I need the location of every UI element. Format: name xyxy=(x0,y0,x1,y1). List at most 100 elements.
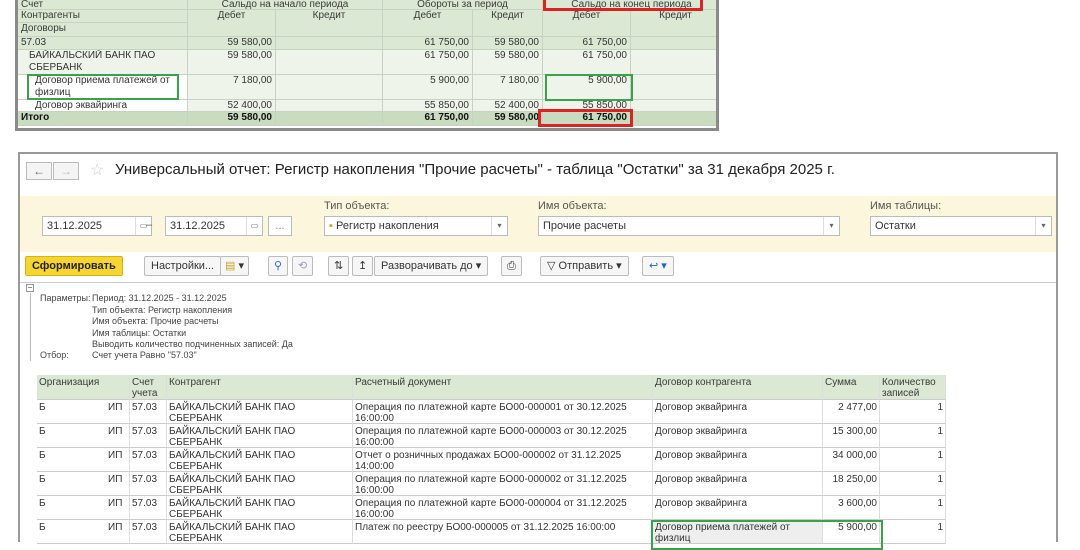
table-cell-org-type[interactable]: ИП xyxy=(106,496,130,518)
table-cell-acc[interactable]: 57.03 xyxy=(130,520,167,544)
filter-panel: 31.12.2025 ▭ – 31.12.2025 ▭ ... Тип объект… xyxy=(20,196,1056,252)
table-cell-org-type[interactable]: ИП xyxy=(106,472,130,494)
table-cell-count[interactable]: 1 xyxy=(880,448,946,472)
clear-search-icon: ⟲ xyxy=(298,260,308,272)
header-opening: Сальдо на начало периода xyxy=(188,0,383,10)
date-to-value: 31.12.2025 xyxy=(170,220,226,232)
table-cell-sum[interactable]: 3 600,00 xyxy=(823,496,880,520)
table-cell-cp[interactable]: БАЙКАЛЬСКИЙ БАНК ПАО СБЕРБАНК xyxy=(167,520,353,544)
table-cell-contract[interactable]: Договор эквайринга xyxy=(653,496,823,520)
table-cell-contract[interactable]: Договор эквайринга xyxy=(653,400,823,424)
table-cell-count[interactable]: 1 xyxy=(880,472,946,496)
object-type-select[interactable]: ▪ Регистр накопления ▾ xyxy=(324,216,508,236)
table-cell-sum[interactable]: 18 250,00 xyxy=(823,472,880,496)
period-select-button[interactable]: ... xyxy=(268,216,292,236)
row-value xyxy=(276,37,383,50)
table-cell-sum[interactable]: 15 300,00 xyxy=(823,424,880,448)
collapse-button[interactable]: ⇅ xyxy=(328,256,350,276)
search-button[interactable]: ⚲ xyxy=(268,256,289,276)
table-cell-cp[interactable]: БАЙКАЛЬСКИЙ БАНК ПАО СБЕРБАНК xyxy=(167,448,353,472)
send-button[interactable]: ▽ Отправить ▾ xyxy=(540,256,629,276)
row-value: 61 750,00 xyxy=(543,37,631,50)
param-line: Период: 31.12.2025 - 31.12.2025 xyxy=(92,293,227,303)
table-cell-acc[interactable]: 57.03 xyxy=(130,400,167,424)
total-value xyxy=(276,112,383,126)
collapse-icon: ⇅ xyxy=(334,260,344,272)
row-label: Договор приема платежей от физлиц xyxy=(18,75,188,100)
expand-icon-button[interactable]: ↥ xyxy=(352,256,374,276)
universal-report-window: ← → ☆ Универсальный отчет: Регистр накоп… xyxy=(18,152,1058,550)
expand-to-label: Разворачивать до xyxy=(381,260,473,272)
calendar-icon[interactable]: ▭ xyxy=(246,217,262,235)
column-header: Договор контрагента xyxy=(653,375,823,400)
table-cell-acc[interactable]: 57.03 xyxy=(130,472,167,496)
object-name-value: Прочие расчеты xyxy=(543,220,626,232)
header-credit: Кредит xyxy=(631,10,716,37)
param-line: Тип объекта: Регистр накопления xyxy=(92,304,233,315)
arrow-right-icon: → xyxy=(60,164,72,178)
table-cell-org-type[interactable]: ИП xyxy=(106,448,130,470)
table-cell-doc[interactable]: Операция по платежной карте БО00-000002 … xyxy=(353,472,653,496)
generate-button[interactable]: Сформировать xyxy=(25,256,123,276)
row-value: 59 580,00 xyxy=(473,50,543,75)
page-title: Универсальный отчет: Регистр накопления … xyxy=(115,161,835,178)
table-cell-org-type[interactable]: ИП xyxy=(106,424,130,446)
settings-button[interactable]: Настройки... xyxy=(144,256,222,276)
print-button[interactable]: ⎙ xyxy=(501,256,522,276)
clear-search-button[interactable]: ⟲ xyxy=(292,256,314,276)
table-cell-sum[interactable]: 5 900,00 xyxy=(823,520,880,544)
row-value: 59 580,00 xyxy=(473,37,543,50)
table-cell-org-type[interactable]: ИП xyxy=(106,400,130,422)
row-value: 59 580,00 xyxy=(188,50,276,75)
table-cell-contract[interactable]: Договор эквайринга xyxy=(653,424,823,448)
table-cell-cp[interactable]: БАЙКАЛЬСКИЙ БАНК ПАО СБЕРБАНК xyxy=(167,424,353,448)
table-cell-doc[interactable]: Платеж по реестру БО00-000005 от 31.12.2… xyxy=(353,520,653,544)
filter-value: Счет учета Равно "57.03" xyxy=(92,350,197,360)
table-cell-acc[interactable]: 57.03 xyxy=(130,496,167,520)
back-button[interactable]: ← xyxy=(26,162,52,180)
table-cell-cp[interactable]: БАЙКАЛЬСКИЙ БАНК ПАО СБЕРБАНК xyxy=(167,400,353,424)
column-header: Сумма xyxy=(823,375,880,400)
variants-button[interactable]: ▤ ▾ xyxy=(220,256,249,276)
more-actions-button[interactable]: ↩ ▾ xyxy=(642,256,674,276)
table-cell-doc[interactable]: Операция по платежной карте БО00-000004 … xyxy=(353,496,653,520)
table-name-value: Остатки xyxy=(875,220,916,232)
row-value: 61 750,00 xyxy=(383,37,473,50)
table-cell-contract[interactable]: Договор эквайринга xyxy=(653,448,823,472)
row-label: 57.03 xyxy=(18,37,188,50)
param-line: Имя объекта: Прочие расчеты xyxy=(92,316,219,326)
table-cell-doc[interactable]: Отчет о розничных продажах БО00-000002 о… xyxy=(353,448,653,472)
table-cell-contract[interactable]: Договор приема платежей от физлиц xyxy=(653,520,823,544)
row-value: 55 850,00 xyxy=(543,100,631,112)
table-cell-doc[interactable]: Операция по платежной карте БО00-000001 … xyxy=(353,400,653,424)
object-type-label: Тип объекта: xyxy=(324,200,390,212)
table-cell-doc[interactable]: Операция по платежной карте БО00-000003 … xyxy=(353,424,653,448)
table-cell-count[interactable]: 1 xyxy=(880,520,946,544)
object-name-select[interactable]: Прочие расчеты ▾ xyxy=(538,216,840,236)
table-cell-sum[interactable]: 34 000,00 xyxy=(823,448,880,472)
table-cell-acc[interactable]: 57.03 xyxy=(130,424,167,448)
table-cell-cp[interactable]: БАЙКАЛЬСКИЙ БАНК ПАО СБЕРБАНК xyxy=(167,496,353,520)
row-label: Договор эквайринга xyxy=(18,100,188,112)
table-cell-count[interactable]: 1 xyxy=(880,424,946,448)
table-cell-sum[interactable]: 2 477,00 xyxy=(823,400,880,424)
row-value xyxy=(276,100,383,112)
row-value: 7 180,00 xyxy=(473,75,543,100)
date-from-input[interactable]: 31.12.2025 ▭ xyxy=(42,216,152,236)
table-name-select[interactable]: Остатки ▾ xyxy=(870,216,1052,236)
header-debit: Дебет xyxy=(383,10,473,37)
date-to-input[interactable]: 31.12.2025 ▭ xyxy=(165,216,263,236)
header-closing: Сальдо на конец периода xyxy=(543,0,716,10)
favorite-star-icon[interactable]: ☆ xyxy=(90,160,104,180)
collapse-group-toggle[interactable]: − xyxy=(26,284,34,292)
chevron-down-icon: ▾ xyxy=(491,217,507,235)
row-value: 52 400,00 xyxy=(188,100,276,112)
expand-to-button[interactable]: Разворачивать до ▾ xyxy=(374,256,489,276)
table-cell-count[interactable]: 1 xyxy=(880,496,946,520)
table-cell-contract[interactable]: Договор эквайринга xyxy=(653,472,823,496)
table-cell-cp[interactable]: БАЙКАЛЬСКИЙ БАНК ПАО СБЕРБАНК xyxy=(167,472,353,496)
table-cell-acc[interactable]: 57.03 xyxy=(130,448,167,472)
table-cell-org-type[interactable]: ИП xyxy=(106,520,130,542)
table-cell-count[interactable]: 1 xyxy=(880,400,946,424)
forward-button[interactable]: → xyxy=(53,162,79,180)
